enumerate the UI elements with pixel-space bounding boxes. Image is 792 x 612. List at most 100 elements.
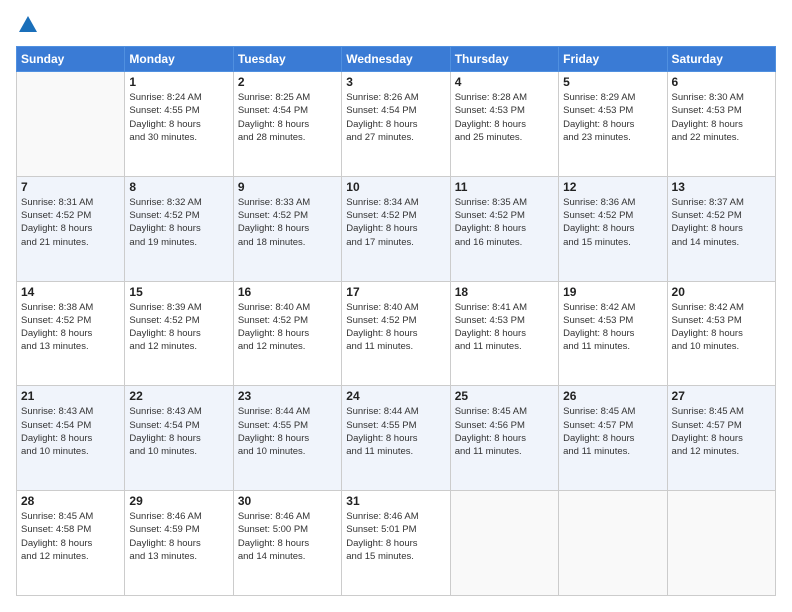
day-number: 5 <box>563 75 662 89</box>
day-number: 9 <box>238 180 337 194</box>
calendar-cell: 19 Sunrise: 8:42 AMSunset: 4:53 PMDayligh… <box>559 281 667 386</box>
day-info: Sunrise: 8:46 AMSunset: 5:00 PMDaylight:… <box>238 510 337 563</box>
calendar-cell <box>559 491 667 596</box>
day-info: Sunrise: 8:41 AMSunset: 4:53 PMDaylight:… <box>455 301 554 354</box>
day-info: Sunrise: 8:40 AMSunset: 4:52 PMDaylight:… <box>346 301 445 354</box>
calendar-cell: 13Sunrise: 8:37 AMSunset: 4:52 PMDayligh… <box>667 176 775 281</box>
calendar-header-row: SundayMondayTuesdayWednesdayThursdayFrid… <box>17 47 776 72</box>
day-number: 15 <box>129 285 228 299</box>
day-info: Sunrise: 8:36 AMSunset: 4:52 PMDaylight:… <box>563 196 662 249</box>
day-number: 12 <box>563 180 662 194</box>
calendar-cell: 24 Sunrise: 8:44 AMSunset: 4:55 PMDayligh… <box>342 386 450 491</box>
day-number: 6 <box>672 75 771 89</box>
day-info: Sunrise: 8:28 AMSunset: 4:53 PMDaylight:… <box>455 91 554 144</box>
calendar-cell: 2 Sunrise: 8:25 AMSunset: 4:54 PMDaylight… <box>233 72 341 177</box>
calendar-cell: 20Sunrise: 8:42 AMSunset: 4:53 PMDayligh… <box>667 281 775 386</box>
calendar-cell: 25 Sunrise: 8:45 AMSunset: 4:56 PMDayligh… <box>450 386 558 491</box>
day-number: 28 <box>21 494 120 508</box>
calendar-cell <box>17 72 125 177</box>
day-info: Sunrise: 8:32 AMSunset: 4:52 PMDaylight:… <box>129 196 228 249</box>
col-header-wednesday: Wednesday <box>342 47 450 72</box>
day-number: 17 <box>346 285 445 299</box>
calendar-cell: 23Sunrise: 8:44 AMSunset: 4:55 PMDayligh… <box>233 386 341 491</box>
day-info: Sunrise: 8:42 AMSunset: 4:53 PMDaylight:… <box>563 301 662 354</box>
day-number: 24 <box>346 389 445 403</box>
day-info: Sunrise: 8:31 AMSunset: 4:52 PMDaylight:… <box>21 196 120 249</box>
logo <box>16 16 39 34</box>
day-number: 23 <box>238 389 337 403</box>
day-info: Sunrise: 8:26 AMSunset: 4:54 PMDaylight:… <box>346 91 445 144</box>
day-number: 30 <box>238 494 337 508</box>
day-number: 7 <box>21 180 120 194</box>
calendar-week-row: 14 Sunrise: 8:38 AMSunset: 4:52 PMDayligh… <box>17 281 776 386</box>
day-info: Sunrise: 8:24 AMSunset: 4:55 PMDaylight:… <box>129 91 228 144</box>
day-info: Sunrise: 8:43 AMSunset: 4:54 PMDaylight:… <box>21 405 120 458</box>
day-number: 21 <box>21 389 120 403</box>
day-info: Sunrise: 8:38 AMSunset: 4:52 PMDaylight:… <box>21 301 120 354</box>
calendar-cell: 15 Sunrise: 8:39 AMSunset: 4:52 PMDayligh… <box>125 281 233 386</box>
calendar-cell: 6 Sunrise: 8:30 AMSunset: 4:53 PMDaylight… <box>667 72 775 177</box>
day-info: Sunrise: 8:45 AMSunset: 4:56 PMDaylight:… <box>455 405 554 458</box>
calendar-cell <box>667 491 775 596</box>
day-info: Sunrise: 8:25 AMSunset: 4:54 PMDaylight:… <box>238 91 337 144</box>
calendar-cell: 1 Sunrise: 8:24 AMSunset: 4:55 PMDaylight… <box>125 72 233 177</box>
day-info: Sunrise: 8:45 AMSunset: 4:58 PMDaylight:… <box>21 510 120 563</box>
day-info: Sunrise: 8:45 AMSunset: 4:57 PMDaylight:… <box>672 405 771 458</box>
logo-icon <box>17 14 39 36</box>
day-number: 14 <box>21 285 120 299</box>
calendar-cell: 14 Sunrise: 8:38 AMSunset: 4:52 PMDayligh… <box>17 281 125 386</box>
day-info: Sunrise: 8:34 AMSunset: 4:52 PMDaylight:… <box>346 196 445 249</box>
col-header-thursday: Thursday <box>450 47 558 72</box>
calendar-table: SundayMondayTuesdayWednesdayThursdayFrid… <box>16 46 776 596</box>
day-number: 13 <box>672 180 771 194</box>
calendar-cell: 8 Sunrise: 8:32 AMSunset: 4:52 PMDaylight… <box>125 176 233 281</box>
col-header-friday: Friday <box>559 47 667 72</box>
day-number: 19 <box>563 285 662 299</box>
day-number: 8 <box>129 180 228 194</box>
calendar-week-row: 1 Sunrise: 8:24 AMSunset: 4:55 PMDaylight… <box>17 72 776 177</box>
day-info: Sunrise: 8:33 AMSunset: 4:52 PMDaylight:… <box>238 196 337 249</box>
calendar-week-row: 7 Sunrise: 8:31 AMSunset: 4:52 PMDaylight… <box>17 176 776 281</box>
day-number: 1 <box>129 75 228 89</box>
day-number: 18 <box>455 285 554 299</box>
day-number: 16 <box>238 285 337 299</box>
day-info: Sunrise: 8:30 AMSunset: 4:53 PMDaylight:… <box>672 91 771 144</box>
calendar-week-row: 28 Sunrise: 8:45 AMSunset: 4:58 PMDayligh… <box>17 491 776 596</box>
day-info: Sunrise: 8:40 AMSunset: 4:52 PMDaylight:… <box>238 301 337 354</box>
calendar-cell: 4 Sunrise: 8:28 AMSunset: 4:53 PMDaylight… <box>450 72 558 177</box>
day-number: 26 <box>563 389 662 403</box>
calendar-cell: 9 Sunrise: 8:33 AMSunset: 4:52 PMDaylight… <box>233 176 341 281</box>
day-info: Sunrise: 8:44 AMSunset: 4:55 PMDaylight:… <box>346 405 445 458</box>
calendar-cell: 22 Sunrise: 8:43 AMSunset: 4:54 PMDayligh… <box>125 386 233 491</box>
page: SundayMondayTuesdayWednesdayThursdayFrid… <box>0 0 792 612</box>
day-number: 4 <box>455 75 554 89</box>
day-info: Sunrise: 8:35 AMSunset: 4:52 PMDaylight:… <box>455 196 554 249</box>
day-info: Sunrise: 8:43 AMSunset: 4:54 PMDaylight:… <box>129 405 228 458</box>
calendar-cell: 18 Sunrise: 8:41 AMSunset: 4:53 PMDayligh… <box>450 281 558 386</box>
col-header-tuesday: Tuesday <box>233 47 341 72</box>
calendar-cell: 27 Sunrise: 8:45 AMSunset: 4:57 PMDayligh… <box>667 386 775 491</box>
calendar-cell: 7 Sunrise: 8:31 AMSunset: 4:52 PMDaylight… <box>17 176 125 281</box>
calendar-cell: 30 Sunrise: 8:46 AMSunset: 5:00 PMDayligh… <box>233 491 341 596</box>
day-number: 22 <box>129 389 228 403</box>
day-number: 29 <box>129 494 228 508</box>
day-number: 27 <box>672 389 771 403</box>
day-number: 2 <box>238 75 337 89</box>
calendar-cell: 12 Sunrise: 8:36 AMSunset: 4:52 PMDayligh… <box>559 176 667 281</box>
calendar-cell: 21 Sunrise: 8:43 AMSunset: 4:54 PMDayligh… <box>17 386 125 491</box>
day-info: Sunrise: 8:42 AMSunset: 4:53 PMDaylight:… <box>672 301 771 354</box>
calendar-cell: 16 Sunrise: 8:40 AMSunset: 4:52 PMDayligh… <box>233 281 341 386</box>
calendar-cell: 28 Sunrise: 8:45 AMSunset: 4:58 PMDayligh… <box>17 491 125 596</box>
calendar-cell: 10Sunrise: 8:34 AMSunset: 4:52 PMDayligh… <box>342 176 450 281</box>
calendar-cell: 26 Sunrise: 8:45 AMSunset: 4:57 PMDayligh… <box>559 386 667 491</box>
day-info: Sunrise: 8:46 AMSunset: 5:01 PMDaylight:… <box>346 510 445 563</box>
day-number: 25 <box>455 389 554 403</box>
day-number: 31 <box>346 494 445 508</box>
calendar-week-row: 21 Sunrise: 8:43 AMSunset: 4:54 PMDayligh… <box>17 386 776 491</box>
day-info: Sunrise: 8:46 AMSunset: 4:59 PMDaylight:… <box>129 510 228 563</box>
col-header-saturday: Saturday <box>667 47 775 72</box>
calendar-cell: 11Sunrise: 8:35 AMSunset: 4:52 PMDayligh… <box>450 176 558 281</box>
day-info: Sunrise: 8:39 AMSunset: 4:52 PMDaylight:… <box>129 301 228 354</box>
day-info: Sunrise: 8:45 AMSunset: 4:57 PMDaylight:… <box>563 405 662 458</box>
col-header-sunday: Sunday <box>17 47 125 72</box>
